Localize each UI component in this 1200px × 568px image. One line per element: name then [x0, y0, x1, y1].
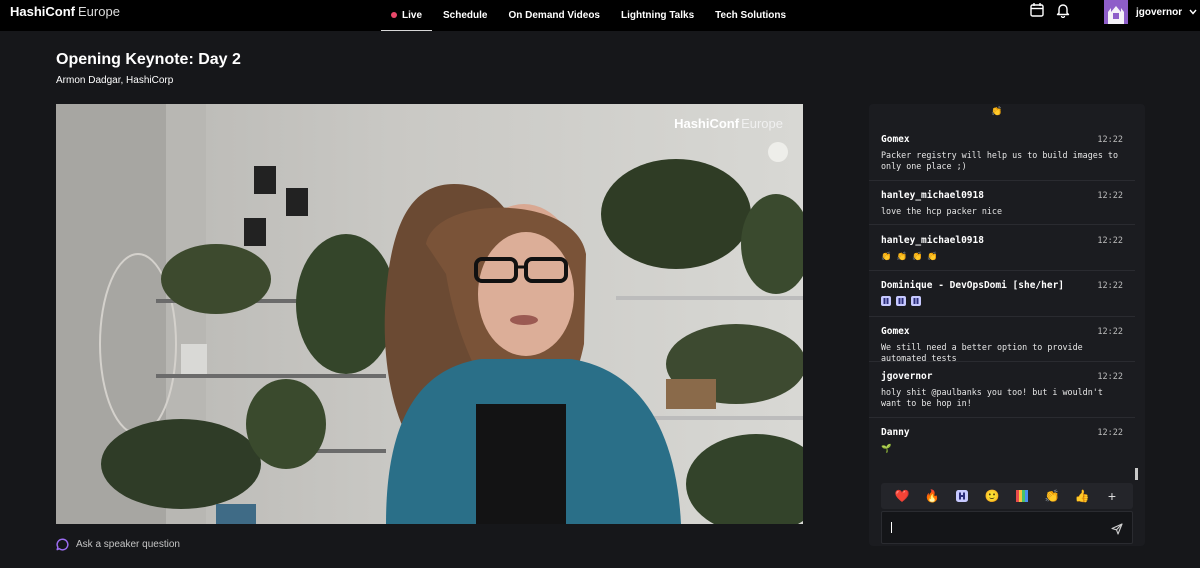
chat-message: Danny 12:22 🌱: [869, 427, 1135, 463]
top-icons: [1030, 2, 1070, 18]
plant: [296, 234, 396, 374]
chat-message-user: Gomex: [881, 134, 910, 145]
butterfly-frame: [244, 218, 266, 246]
butterfly-frame: [254, 166, 276, 194]
text-cursor: [891, 522, 892, 533]
chat-message-time: 12:22: [1097, 428, 1123, 438]
chat-message-time: 12:22: [1097, 236, 1123, 246]
speaker-mouth: [510, 315, 538, 325]
chat-message: jgovernor 12:22 holy shit @paulbanks you …: [869, 371, 1135, 418]
avatar: [1104, 0, 1128, 24]
chat-message-text: holy shit @paulbanks you too! but i woul…: [881, 387, 1103, 408]
add-reaction-button[interactable]: +: [1102, 486, 1122, 506]
calendar-icon[interactable]: [1030, 2, 1044, 18]
chat-message-text: 🌱: [881, 443, 892, 453]
plant: [601, 159, 751, 269]
plant: [101, 419, 261, 509]
speaker-name: Armon Dadgar, HashiCorp: [56, 75, 174, 86]
chat-message-time: 12:22: [1097, 372, 1123, 382]
speech-bubble-icon: [56, 538, 69, 551]
clipped-emoji: 👏: [991, 106, 1003, 116]
nav-item-lightning-talks[interactable]: Lightning Talks: [611, 0, 704, 31]
plant-pot: [181, 344, 207, 374]
reaction-hashicorp[interactable]: [952, 486, 972, 506]
reaction-heart[interactable]: ❤️: [892, 486, 912, 506]
chat-message: hanley_michael0918 12:22 love the hcp pac…: [869, 190, 1135, 225]
video-frame: [56, 104, 803, 524]
bell-icon[interactable]: [1056, 2, 1070, 18]
main-nav: Live Schedule On Demand Videos Lightning…: [381, 0, 797, 31]
plant: [161, 244, 271, 314]
chat-message-time: 12:22: [1097, 281, 1123, 291]
chat-message-text: 👏 👏 👏 👏: [881, 251, 938, 261]
page-title: Opening Keynote: Day 2: [56, 51, 241, 68]
plant: [246, 379, 326, 469]
chat-message-user: hanley_michael0918: [881, 190, 984, 201]
chat-message: Gomex 12:22 We still need a better option…: [869, 326, 1135, 363]
chat-input[interactable]: [881, 511, 1133, 544]
chat-message-user: hanley_michael0918: [881, 235, 984, 246]
shelf: [616, 296, 803, 300]
chat-scrollbar[interactable]: [1135, 104, 1138, 480]
plant-pot: [216, 504, 256, 524]
orchid-flower: [768, 142, 788, 162]
reaction-rainbow-logo[interactable]: [1012, 486, 1032, 506]
user-menu[interactable]: jgovernor: [1104, 0, 1197, 24]
brand-logo[interactable]: HashiConf Europe: [10, 4, 120, 19]
chat-message-time: 12:22: [1097, 135, 1123, 145]
chat-message-text: love the hcp packer nice: [881, 206, 1003, 216]
hashicorp-emoji-icons: [881, 296, 921, 306]
chat-message-user: jgovernor: [881, 371, 933, 382]
chat-scrollbar-thumb[interactable]: [1135, 468, 1138, 480]
video-watermark-logo: HashiConf Europe: [674, 116, 783, 131]
butterfly-frame: [286, 188, 308, 216]
nav-item-schedule[interactable]: Schedule: [433, 0, 497, 31]
video-player[interactable]: HashiConf Europe: [56, 104, 803, 524]
nav-item-on-demand-videos[interactable]: On Demand Videos: [498, 0, 610, 31]
wooden-box: [666, 379, 716, 409]
chat-message-emojis: [881, 296, 1123, 309]
chat-message-user: Dominique - DevOpsDomi [she/her]: [881, 280, 1065, 291]
reaction-thumbs-up[interactable]: 👍: [1072, 486, 1092, 506]
top-navigation-bar: HashiConf Europe Live Schedule On Demand …: [0, 0, 1200, 31]
speaker-face: [478, 232, 574, 356]
reaction-bar: ❤️ 🔥 🙂 👏 👍 +: [881, 483, 1133, 509]
chat-message-text: Packer registry will help us to build im…: [881, 150, 1118, 171]
reaction-smile[interactable]: 🙂: [982, 486, 1002, 506]
hashicorp-logo-icon: [956, 490, 968, 502]
chat-message: Gomex 12:22 Packer registry will help us …: [869, 134, 1135, 181]
ask-speaker-question-button[interactable]: Ask a speaker question: [56, 538, 180, 551]
nav-item-live[interactable]: Live: [381, 0, 433, 31]
reaction-fire[interactable]: 🔥: [922, 486, 942, 506]
nav-item-tech-solutions[interactable]: Tech Solutions: [705, 0, 796, 31]
chat-message-list[interactable]: 👏 Gomex 12:22 Packer registry will help u…: [869, 104, 1135, 480]
chat-message-user: Gomex: [881, 326, 910, 337]
chat-message: Dominique - DevOpsDomi [she/her] 12:22: [869, 280, 1135, 317]
speaker-top: [476, 404, 566, 524]
rainbow-logo-icon: [1016, 490, 1028, 502]
chevron-down-icon: [1189, 9, 1197, 15]
avatar-figure-icon: [1108, 6, 1124, 24]
chat-message-time: 12:22: [1097, 327, 1123, 337]
chat-message-time: 12:22: [1097, 191, 1123, 201]
live-indicator-icon: [391, 12, 397, 18]
reaction-clap[interactable]: 👏: [1042, 486, 1062, 506]
chat-message-text: We still need a better option to provide…: [881, 342, 1083, 363]
chat-panel: 👏 Gomex 12:22 Packer registry will help u…: [869, 104, 1145, 546]
chat-message: hanley_michael0918 12:22 👏 👏 👏 👏: [869, 235, 1135, 271]
chat-message-user: Danny: [881, 427, 910, 438]
shelf: [156, 374, 386, 378]
send-icon[interactable]: [1111, 523, 1123, 535]
username: jgovernor: [1136, 6, 1183, 18]
